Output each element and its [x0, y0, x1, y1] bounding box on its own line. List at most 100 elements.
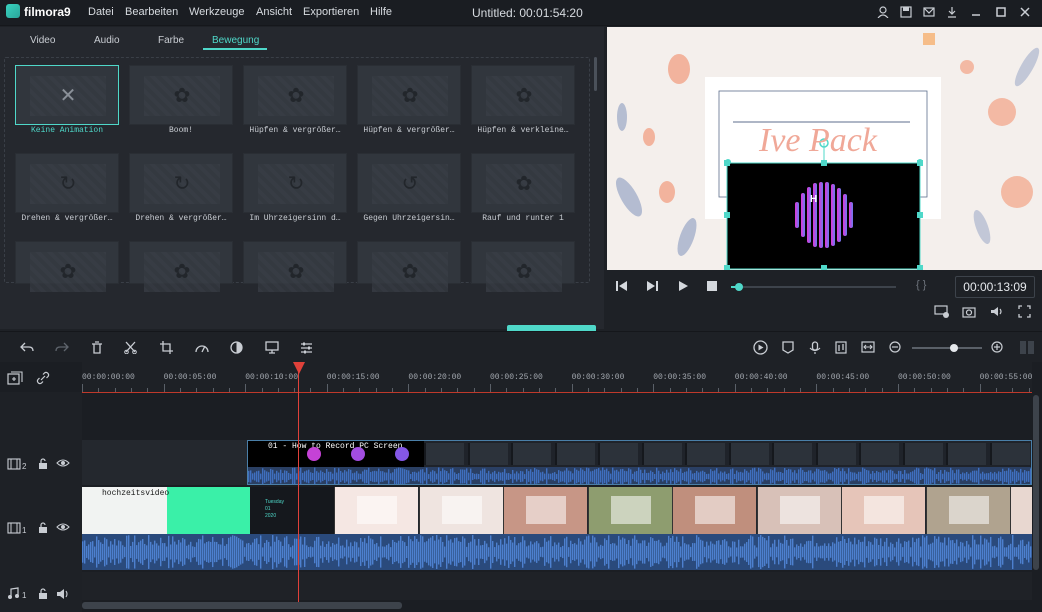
animation-thumb[interactable]: ✿ — [471, 241, 575, 292]
stop-icon[interactable] — [707, 281, 718, 292]
menu-werkzeuge[interactable]: Werkzeuge — [189, 6, 244, 18]
voiceover-icon[interactable] — [809, 341, 821, 355]
download-icon[interactable] — [946, 6, 958, 18]
zoom-out-icon[interactable] — [889, 341, 901, 353]
eye-icon[interactable] — [56, 458, 70, 468]
timeline-horizontal-scrollbar[interactable] — [82, 602, 402, 609]
animation-thumb[interactable]: ✿ — [243, 65, 347, 125]
screen-recording-clip[interactable]: 01 - How to Record PC Screen — [247, 440, 1032, 485]
animation-thumb[interactable]: ↻ — [129, 153, 233, 213]
animation-thumb[interactable]: ✿ — [357, 241, 461, 292]
filmora-logo-icon — [6, 4, 20, 18]
lock-icon[interactable] — [38, 458, 48, 470]
lock-icon[interactable] — [38, 588, 48, 600]
waveform-bar — [458, 473, 460, 480]
panel-layout-icon[interactable] — [1019, 340, 1035, 355]
next-frame-icon[interactable] — [645, 280, 659, 292]
menu-exportieren[interactable]: Exportieren — [303, 6, 359, 18]
timeline-vertical-scrollbar[interactable] — [1033, 395, 1039, 570]
waveform-bar — [852, 472, 854, 481]
green-clip[interactable] — [167, 487, 250, 534]
preview-window[interactable]: Ive Pack H — [607, 27, 1042, 270]
waveform-bar — [352, 546, 354, 558]
waveform-bar — [988, 542, 990, 562]
waveform-bar — [650, 470, 652, 483]
waveform-bar — [634, 535, 636, 569]
waveform-bar — [900, 543, 902, 561]
time-ruler[interactable]: 00:00:00:00 00:00:05:00 00:00:10:00 00:00:1… — [82, 362, 1032, 392]
zoom-slider[interactable] — [912, 344, 982, 352]
link-icon[interactable] — [36, 371, 50, 385]
waveform-bar — [308, 469, 310, 484]
animation-thumb[interactable]: ↻ — [243, 153, 347, 213]
playhead-handle[interactable] — [293, 362, 305, 374]
animation-thumb[interactable]: ✿ — [15, 241, 119, 292]
waveform-bar — [708, 545, 710, 559]
fit-timeline-icon[interactable] — [861, 341, 875, 353]
animation-thumb[interactable]: ↻ — [15, 153, 119, 213]
undo-icon[interactable] — [20, 341, 34, 353]
mark-brackets[interactable]: { } — [916, 279, 926, 291]
screen-settings-icon[interactable] — [934, 305, 950, 319]
snapshot-icon[interactable] — [962, 305, 976, 318]
lock-icon[interactable] — [38, 522, 48, 534]
tab-bewegung[interactable]: Bewegung — [212, 35, 259, 46]
grid-scrollbar[interactable] — [594, 57, 597, 91]
date-clip[interactable] — [250, 487, 334, 534]
animation-thumb[interactable]: ↺ — [357, 153, 461, 213]
redo-icon[interactable] — [55, 341, 69, 353]
waveform-bar — [536, 541, 538, 563]
animation-thumb[interactable]: ✿ — [129, 241, 233, 292]
fullscreen-icon[interactable] — [1018, 305, 1031, 318]
render-icon[interactable] — [753, 340, 768, 355]
speed-icon[interactable] — [195, 341, 209, 353]
crop-icon[interactable] — [160, 341, 173, 354]
minimize-icon[interactable] — [970, 6, 982, 18]
waveform-bar — [690, 470, 692, 483]
waveform-bar — [834, 467, 836, 484]
animation-thumb[interactable]: ✿ — [471, 65, 575, 125]
animation-thumb[interactable]: ✕ — [15, 65, 119, 125]
animation-thumb[interactable]: ✿ — [357, 65, 461, 125]
speaker-icon[interactable] — [56, 588, 70, 600]
marker-icon[interactable] — [782, 341, 794, 354]
tab-farbe[interactable]: Farbe — [158, 35, 184, 46]
maximize-icon[interactable] — [995, 6, 1007, 18]
animation-thumb[interactable]: ✿ — [471, 153, 575, 213]
cut-icon[interactable] — [124, 341, 137, 354]
volume-icon[interactable] — [990, 305, 1004, 318]
eye-icon[interactable] — [56, 522, 70, 532]
add-track-icon[interactable] — [7, 371, 23, 385]
animation-thumb[interactable]: ✿ — [243, 241, 347, 292]
waveform-bar — [250, 544, 252, 560]
user-icon[interactable] — [877, 6, 889, 18]
waveform-bar — [646, 545, 648, 559]
green-screen-icon[interactable] — [265, 341, 279, 354]
waveform-bar — [240, 539, 242, 565]
menu-bearbeiten[interactable]: Bearbeiten — [125, 6, 178, 18]
zoom-in-icon[interactable] — [991, 341, 1003, 353]
tab-video[interactable]: Video — [30, 35, 55, 46]
save-icon[interactable] — [900, 6, 912, 18]
delete-icon[interactable] — [91, 341, 103, 354]
playback-progress-track[interactable] — [731, 283, 896, 291]
close-icon[interactable] — [1019, 6, 1031, 18]
color-icon[interactable] — [230, 341, 243, 354]
audio-mixer-icon[interactable] — [835, 341, 847, 354]
menu-ansicht[interactable]: Ansicht — [256, 6, 292, 18]
zoom-slider-knob[interactable] — [950, 344, 958, 352]
tab-audio[interactable]: Audio — [94, 35, 120, 46]
mail-icon[interactable] — [923, 6, 935, 18]
playback-progress-knob[interactable] — [735, 283, 744, 291]
waveform-bar — [502, 544, 504, 560]
play-icon[interactable] — [677, 280, 689, 292]
waveform-bar — [508, 536, 510, 568]
playhead-line[interactable] — [298, 362, 299, 602]
animation-label: Drehen & vergrößer… — [135, 214, 227, 223]
adjust-icon[interactable] — [300, 341, 313, 354]
track-1-clips[interactable]: hochzeitsvideo Tuesday 01 2020 — [82, 487, 1032, 570]
animation-thumb[interactable]: ✿ — [129, 65, 233, 125]
menu-hilfe[interactable]: Hilfe — [370, 6, 392, 18]
menu-datei[interactable]: Datei — [88, 6, 114, 18]
prev-frame-icon[interactable] — [615, 280, 629, 292]
